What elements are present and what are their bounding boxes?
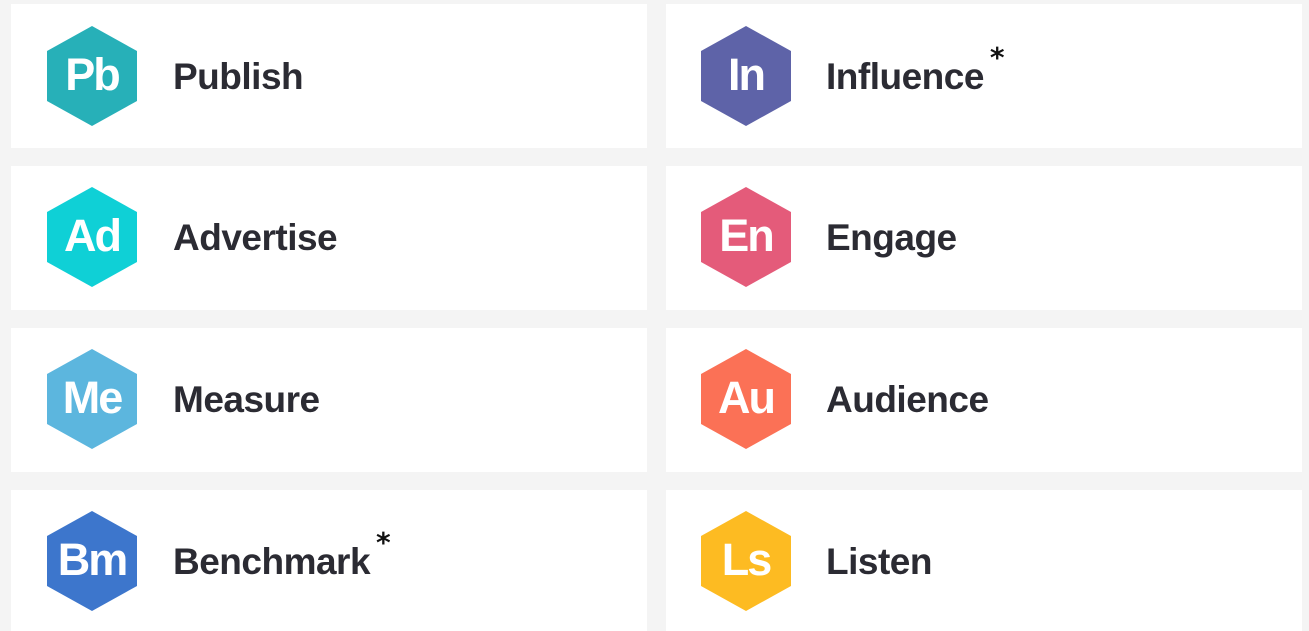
module-label: Publish [173,56,304,97]
measure-icon: Me [47,349,137,449]
module-card-measure[interactable]: Me Measure [11,328,647,472]
module-label-text: Audience [826,379,989,420]
footnote-asterisk: * [376,526,391,559]
engage-icon: En [701,187,791,287]
audience-icon: Au [701,349,791,449]
module-label: Audience [826,381,989,418]
module-label-text: Publish [173,56,304,97]
module-label: Engage [826,219,957,256]
benchmark-icon: Bm [47,511,137,611]
module-card-influence[interactable]: In Influence * [666,4,1302,148]
module-label-text: Measure [173,379,320,420]
module-label: Listen [826,543,932,580]
module-card-advertise[interactable]: Ad Advertise [11,166,647,310]
module-card-engage[interactable]: En Engage [666,166,1302,310]
module-grid: Pb Publish In Influence * Ad Advertise En… [0,0,1309,631]
publish-icon: Pb [47,26,137,126]
module-label: Advertise [173,217,338,258]
footnote-asterisk: * [989,41,1005,74]
module-label-text: Influence [826,56,984,97]
module-label-text: Advertise [173,217,338,258]
module-card-audience[interactable]: Au Audience [666,328,1302,472]
module-label-text: Listen [826,541,932,582]
advertise-icon: Ad [47,187,137,287]
influence-icon: In [701,26,791,126]
module-label: Measure [173,381,320,418]
module-label-text: Benchmark [173,541,371,582]
module-label: Influence * [826,44,1005,97]
module-label: Benchmark * [173,529,391,582]
module-card-publish[interactable]: Pb Publish [11,4,647,148]
listen-icon: Ls [701,511,791,611]
module-label-text: Engage [826,217,957,258]
module-card-listen[interactable]: Ls Listen [666,490,1302,631]
module-card-benchmark[interactable]: Bm Benchmark * [11,490,647,631]
